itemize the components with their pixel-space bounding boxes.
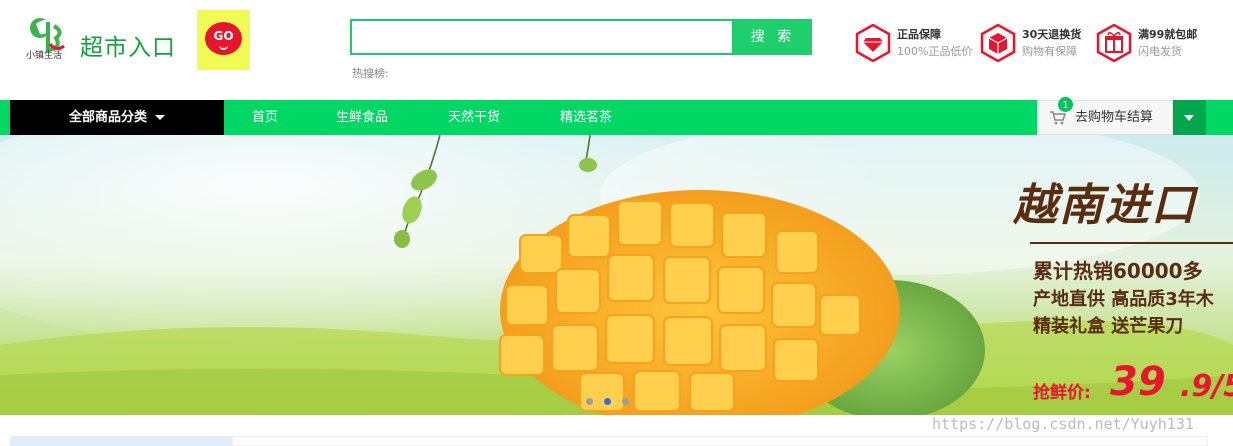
cart-label: 去购物车结算 — [1075, 110, 1154, 125]
carousel-dot-1[interactable] — [586, 398, 593, 405]
banner-line-3: 精装礼盒 送芒果刀 — [1033, 316, 1184, 337]
search-input[interactable] — [352, 21, 732, 53]
nav-link-tea[interactable]: 精选茗茶 — [560, 100, 612, 135]
banner-line-2: 产地直供 高品质3年木 — [1033, 289, 1214, 310]
cart-count-badge: 1 — [1057, 96, 1074, 113]
promise-shipping: 满99就包邮 闪电发货 — [1096, 24, 1206, 66]
category-panel-top — [10, 436, 232, 446]
hot-search-label: 热搜榜: — [352, 67, 389, 80]
nav-link-dried[interactable]: 天然干货 — [448, 100, 500, 135]
supermarket-entry-title[interactable]: 超市入口 — [80, 28, 176, 62]
content-panel-top — [232, 436, 1208, 446]
nav-link-fresh[interactable]: 生鲜食品 — [336, 100, 388, 135]
promise-title: 30天退换货 — [1022, 28, 1082, 41]
go-badge-label: GO — [213, 29, 234, 43]
promise-desc: 闪电发货 — [1138, 45, 1182, 58]
headline-divider — [1030, 242, 1233, 244]
all-categories-button[interactable]: 全部商品分类 — [10, 100, 224, 135]
promise-genuine: 正品保障 100%正品低价 — [855, 24, 980, 66]
carousel-dot-3[interactable] — [622, 398, 629, 405]
promise-title: 满99就包邮 — [1138, 28, 1198, 41]
search-box — [350, 19, 734, 55]
store-logo-icon[interactable]: 小镇生活 — [26, 14, 78, 66]
carousel-dot-2[interactable] — [604, 398, 611, 405]
watermark: https://blog.csdn.net/Yuyh131 — [932, 415, 1194, 433]
page: 小镇生活 超市入口 GO 搜 索 热搜榜: 正品保障 100%正品低价 30天退… — [0, 0, 1233, 446]
caret-down-icon — [155, 115, 165, 120]
promise-return: 30天退换货 购物有保障 — [980, 24, 1090, 66]
nav-link-home[interactable]: 首页 — [252, 100, 278, 135]
promise-title: 正品保障 — [897, 28, 941, 41]
search-button[interactable]: 搜 索 — [734, 19, 812, 55]
cart-icon — [1050, 111, 1066, 125]
price-fraction: .9/5 — [1180, 369, 1233, 404]
promo-banner[interactable]: 越南进口 累计热销60000多 产地直供 高品质3年木 精装礼盒 送芒果刀 抢鲜… — [0, 135, 1233, 415]
price-label: 抢鲜价: — [1033, 383, 1091, 403]
go-heart-icon: GO — [205, 22, 242, 55]
diamond-icon — [855, 24, 891, 62]
price-integer: 39 — [1110, 359, 1166, 405]
logo-subtext: 小镇生活 — [26, 49, 62, 61]
cart-dropdown-toggle[interactable] — [1173, 100, 1206, 135]
go-badge[interactable]: GO — [197, 10, 250, 70]
promise-desc: 100%正品低价 — [897, 45, 973, 58]
banner-line-1: 累计热销60000多 — [1033, 259, 1203, 283]
box-icon — [980, 24, 1016, 62]
promise-desc: 购物有保障 — [1022, 45, 1077, 58]
caret-down-icon — [1184, 115, 1194, 121]
banner-headline: 越南进口 — [1013, 180, 1197, 231]
all-categories-label: 全部商品分类 — [68, 110, 147, 125]
main-nav: 全部商品分类 首页 生鲜食品 天然干货 精选茗茶 去购物车结算 — [0, 100, 1233, 135]
gift-icon — [1096, 24, 1132, 62]
